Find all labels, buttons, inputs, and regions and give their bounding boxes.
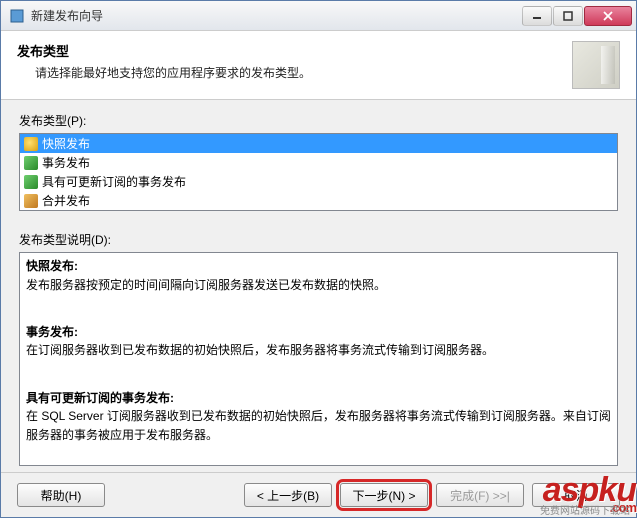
list-item-updatable[interactable]: 具有可更新订阅的事务发布 [20,172,617,191]
header-text: 发布类型 请选择能最好地支持您的应用程序要求的发布类型。 [17,41,560,81]
titlebar: 新建发布向导 [1,1,636,31]
transactional-icon [24,156,38,170]
maximize-button[interactable] [553,6,583,26]
desc-text: 在 SQL Server 订阅服务器收到已发布数据的初始快照后，发布服务器将事务… [26,407,611,444]
list-item-label: 具有可更新订阅的事务发布 [42,173,186,190]
merge-icon [24,194,38,208]
window-title: 新建发布向导 [31,7,522,24]
desc-heading: 快照发布: [26,257,611,276]
list-item-label: 快照发布 [42,135,90,152]
back-button[interactable]: < 上一步(B) [244,483,332,507]
snapshot-icon [24,137,38,151]
publication-type-list[interactable]: 快照发布 事务发布 具有可更新订阅的事务发布 合并发布 [19,133,618,211]
close-button[interactable] [584,6,632,26]
app-icon [9,8,25,24]
page-title: 发布类型 [17,41,560,60]
list-item-label: 合并发布 [42,192,90,209]
wizard-window: 新建发布向导 发布类型 请选择能最好地支持您的应用程序要求的发布类型。 发布类型… [0,0,637,518]
list-item-transactional[interactable]: 事务发布 [20,153,617,172]
desc-text: 在订阅服务器收到已发布数据的初始快照后，发布服务器将事务流式传输到订阅服务器。 [26,341,611,360]
wizard-header: 发布类型 请选择能最好地支持您的应用程序要求的发布类型。 [1,31,636,100]
list-item-merge[interactable]: 合并发布 [20,191,617,210]
desc-heading: 具有可更新订阅的事务发布: [26,389,611,408]
page-subtitle: 请选择能最好地支持您的应用程序要求的发布类型。 [17,64,560,81]
finish-button: 完成(F) >>| [436,483,524,507]
desc-heading: 事务发布: [26,323,611,342]
content-area: 发布类型(P): 快照发布 事务发布 具有可更新订阅的事务发布 合并发布 发布类… [1,100,636,472]
cancel-button[interactable]: 取消 [532,483,620,507]
help-button[interactable]: 帮助(H) [17,483,105,507]
list-item-label: 事务发布 [42,154,90,171]
window-controls [522,6,632,26]
updatable-icon [24,175,38,189]
next-button[interactable]: 下一步(N) > [340,483,428,507]
list-item-snapshot[interactable]: 快照发布 [20,134,617,153]
wizard-footer: 帮助(H) < 上一步(B) 下一步(N) > 完成(F) >>| 取消 [1,472,636,517]
header-graphic-icon [572,41,620,89]
minimize-button[interactable] [522,6,552,26]
description-label: 发布类型说明(D): [19,231,618,248]
description-box[interactable]: 快照发布: 发布服务器按预定的时间间隔向订阅服务器发送已发布数据的快照。 事务发… [19,252,618,466]
desc-text: 发布服务器按预定的时间间隔向订阅服务器发送已发布数据的快照。 [26,276,611,295]
type-list-label: 发布类型(P): [19,112,618,129]
